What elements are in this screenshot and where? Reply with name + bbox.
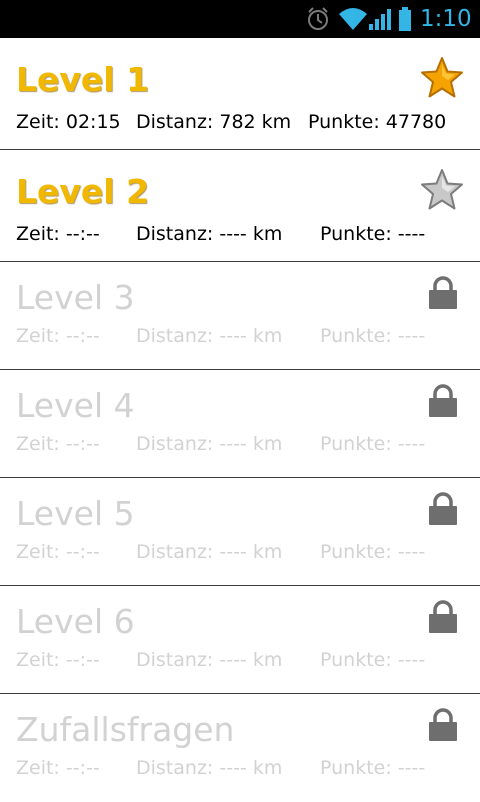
level-distance: Distanz: 782 km (136, 111, 292, 133)
level-title: Level 2 (16, 172, 150, 211)
clock: 1:10 (420, 6, 472, 32)
level-title: Zufallsfragen (16, 710, 235, 749)
level-item-5[interactable]: Level 5 Zeit: --:-- Distanz: ---- km Pun… (0, 478, 480, 586)
battery-icon (399, 7, 411, 31)
level-time: Zeit: 02:15 (16, 111, 121, 133)
wifi-icon (339, 8, 367, 30)
level-title: Level 6 (16, 602, 135, 641)
alarm-icon (308, 7, 328, 30)
silver-star-icon (421, 169, 463, 210)
level-time: Zeit: --:-- (16, 541, 100, 563)
level-item-2[interactable]: Level 2 Zeit: --:-- Distanz: ---- km Pun… (0, 150, 480, 262)
level-item-4[interactable]: Level 4 Zeit: --:-- Distanz: ---- km Pun… (0, 370, 480, 478)
level-points: Punkte: ---- (320, 649, 426, 671)
level-points: Punkte: ---- (320, 325, 426, 347)
lock-icon (429, 384, 457, 417)
lock-icon (429, 708, 457, 741)
level-item-1[interactable]: Level 1 Zeit: 02:15 Distanz: 782 km Punk… (0, 38, 480, 150)
level-title: Level 1 (16, 60, 150, 99)
level-list: Level 1 Zeit: 02:15 Distanz: 782 km Punk… (0, 38, 480, 802)
level-item-6[interactable]: Level 6 Zeit: --:-- Distanz: ---- km Pun… (0, 586, 480, 694)
level-time: Zeit: --:-- (16, 433, 100, 455)
level-distance: Distanz: ---- km (136, 325, 283, 347)
level-item-random[interactable]: Zufallsfragen Zeit: --:-- Distanz: ---- … (0, 694, 480, 802)
level-title: Level 3 (16, 278, 135, 317)
level-distance: Distanz: ---- km (136, 649, 283, 671)
level-distance: Distanz: ---- km (136, 433, 283, 455)
lock-icon (429, 492, 457, 525)
level-time: Zeit: --:-- (16, 757, 100, 779)
level-points: Punkte: ---- (320, 433, 426, 455)
level-distance: Distanz: ---- km (136, 757, 283, 779)
level-item-3[interactable]: Level 3 Zeit: --:-- Distanz: ---- km Pun… (0, 262, 480, 370)
level-points: Punkte: ---- (320, 757, 426, 779)
gold-star-icon (421, 57, 463, 98)
signal-icon (369, 9, 391, 30)
status-bar: 1:10 (0, 0, 480, 38)
level-points: Punkte: ---- (320, 541, 426, 563)
level-distance: Distanz: ---- km (136, 223, 283, 245)
lock-icon (429, 600, 457, 633)
level-title: Level 4 (16, 386, 135, 425)
level-time: Zeit: --:-- (16, 325, 100, 347)
level-time: Zeit: --:-- (16, 223, 100, 245)
level-points: Punkte: 47780 (308, 111, 447, 133)
level-title: Level 5 (16, 494, 135, 533)
lock-icon (429, 276, 457, 309)
level-time: Zeit: --:-- (16, 649, 100, 671)
level-points: Punkte: ---- (320, 223, 426, 245)
level-distance: Distanz: ---- km (136, 541, 283, 563)
